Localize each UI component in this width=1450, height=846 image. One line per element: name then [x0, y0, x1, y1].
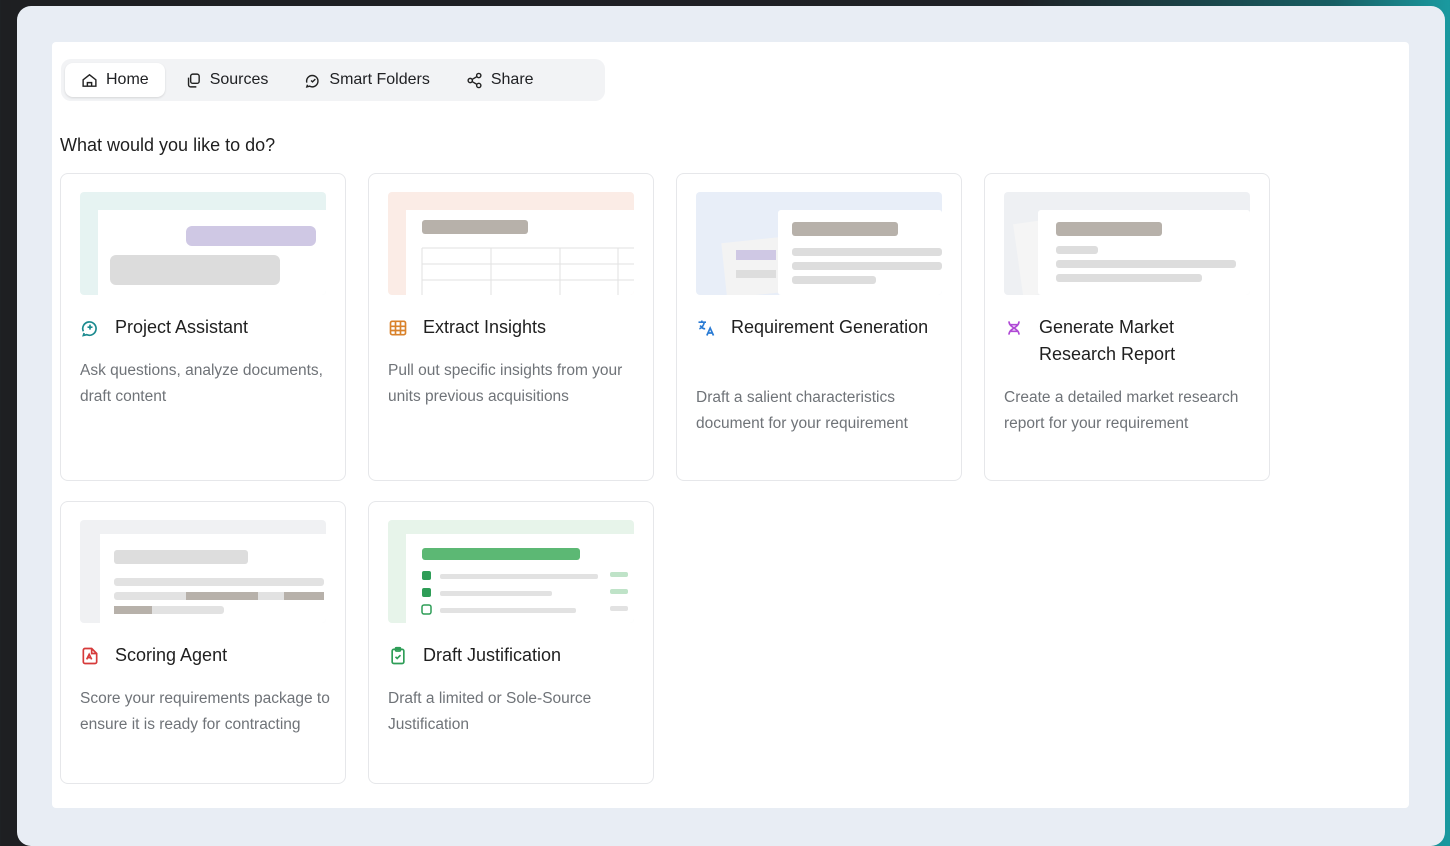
card-title: Requirement Generation	[731, 317, 929, 337]
card-requirement-generation[interactable]: Requirement Generation Draft a salient c…	[676, 173, 962, 481]
card-title: Extract Insights	[423, 317, 547, 337]
tab-sources[interactable]: Sources	[169, 63, 285, 97]
card-title: Project Assistant	[115, 317, 249, 337]
main-panel: Home Sources Smart Folders Share What wo…	[52, 42, 1409, 808]
clipboard-check-icon	[391, 646, 405, 665]
copy-icon	[187, 72, 200, 88]
card-scoring-agent[interactable]: Scoring Agent Score your requirements pa…	[60, 501, 346, 784]
card-description: Draft a limited or Sole-Source Justifica…	[388, 690, 592, 733]
card-description: Ask questions, analyze documents, draft …	[80, 362, 323, 405]
tab-share[interactable]: Share	[450, 63, 550, 97]
card-project-assistant[interactable]: Project Assistant Ask questions, analyze…	[60, 173, 346, 481]
card-description: Create a detailed market research report…	[1004, 389, 1239, 432]
card-thumbnail	[388, 520, 634, 623]
tab-smart-folders-label: Smart Folders	[329, 71, 430, 88]
tab-share-label: Share	[490, 71, 534, 88]
card-description: Draft a salient characteristics document…	[696, 389, 908, 432]
translate-icon	[698, 320, 715, 336]
card-market-research-report[interactable]: Generate Market Research Report Create a…	[984, 173, 1270, 481]
tab-home[interactable]: Home	[65, 63, 165, 97]
tab-home-label: Home	[106, 71, 149, 88]
card-thumbnail	[80, 520, 326, 623]
smart-folder-icon	[306, 74, 320, 88]
card-thumbnail	[1004, 192, 1250, 295]
card-thumbnail	[80, 192, 326, 295]
card-description: Score your requirements package to ensur…	[80, 690, 330, 733]
card-extract-insights[interactable]: Extract Insights Pull out specific insig…	[368, 173, 654, 481]
home-icon	[82, 73, 97, 87]
card-thumbnail	[388, 192, 634, 295]
pdf-score-icon	[82, 647, 98, 665]
dna-icon	[1008, 321, 1020, 335]
card-thumbnail	[696, 192, 942, 295]
top-nav: Home Sources Smart Folders Share	[61, 59, 605, 101]
card-title: Scoring Agent	[115, 645, 228, 665]
card-title: Generate Market Research Report	[1039, 317, 1176, 364]
table-icon	[389, 320, 407, 336]
app-frame: Home Sources Smart Folders Share What wo…	[17, 6, 1445, 846]
share-icon	[467, 72, 482, 88]
chat-sparkle-icon	[81, 321, 97, 337]
tab-sources-label: Sources	[209, 71, 269, 88]
card-draft-justification[interactable]: Draft Justification Draft a limited or S…	[368, 501, 654, 784]
card-description: Pull out specific insights from your uni…	[388, 362, 623, 405]
tab-smart-folders[interactable]: Smart Folders	[288, 63, 445, 97]
page-question: What would you like to do?	[60, 135, 276, 155]
card-title: Draft Justification	[423, 645, 562, 665]
